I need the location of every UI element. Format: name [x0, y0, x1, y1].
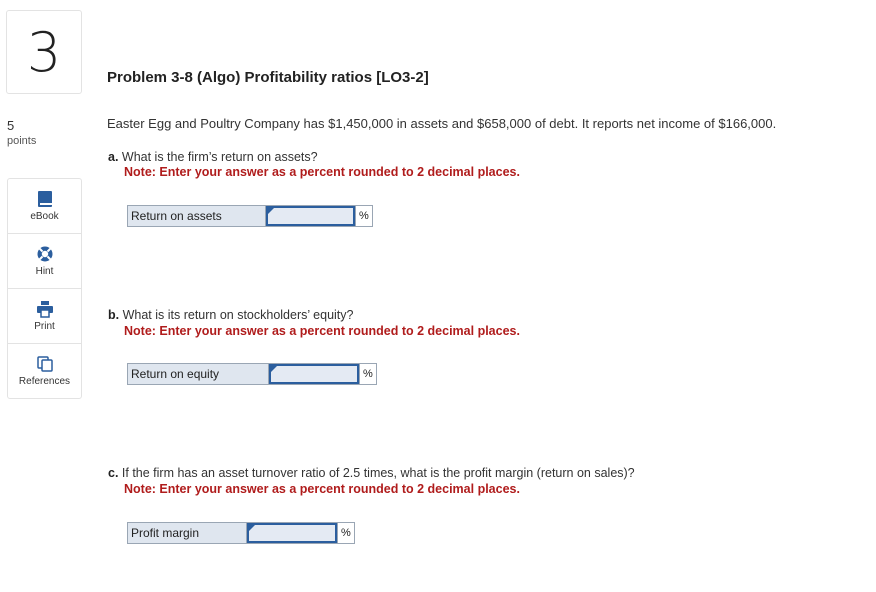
problem-title: Problem 3-8 (Algo) Profitability ratios … — [107, 69, 429, 86]
answer-label-roe: Return on equity — [128, 364, 269, 384]
references-button[interactable]: References — [8, 344, 81, 398]
ebook-label: eBook — [30, 211, 59, 222]
answer-label-profit-margin: Profit margin — [128, 523, 247, 543]
printer-icon — [35, 300, 55, 318]
question-b: b. What is its return on stockholders’ e… — [108, 308, 353, 322]
question-b-prefix: b. — [108, 308, 120, 322]
hint-button[interactable]: Hint — [8, 234, 81, 289]
points-value: 5 — [7, 118, 15, 133]
question-number: 3 — [6, 10, 82, 94]
book-icon — [35, 190, 55, 208]
question-a: a. What is the firm’s return on assets? — [108, 150, 318, 164]
return-on-equity-input[interactable] — [269, 364, 359, 384]
answer-row-profit-margin: Profit margin % — [127, 522, 355, 544]
tools-panel: eBook Hint Print References — [7, 178, 82, 399]
profit-margin-input[interactable] — [247, 523, 337, 543]
note-c: Note: Enter your answer as a percent rou… — [124, 482, 520, 496]
note-b: Note: Enter your answer as a percent rou… — [124, 324, 520, 338]
percent-unit-b: % — [359, 364, 376, 384]
percent-unit-c: % — [337, 523, 354, 543]
print-button[interactable]: Print — [8, 289, 81, 344]
question-a-text: What is the firm’s return on assets? — [118, 150, 318, 164]
note-a: Note: Enter your answer as a percent rou… — [124, 165, 520, 179]
hint-label: Hint — [35, 266, 54, 277]
copy-icon — [35, 355, 55, 373]
answer-label-roa: Return on assets — [128, 206, 266, 226]
answer-row-roe: Return on equity % — [127, 363, 377, 385]
lifebuoy-icon — [35, 245, 55, 263]
references-label: References — [18, 376, 71, 387]
print-label: Print — [34, 321, 55, 332]
question-b-text: What is its return on stockholders’ equi… — [119, 308, 354, 322]
question-c-prefix: c. — [108, 466, 119, 480]
percent-unit-a: % — [355, 206, 372, 226]
ebook-button[interactable]: eBook — [8, 179, 81, 234]
question-c: c. If the firm has an asset turnover rat… — [108, 466, 635, 480]
points-label: points — [7, 135, 37, 147]
return-on-assets-input[interactable] — [266, 206, 355, 226]
answer-row-roa: Return on assets % — [127, 205, 373, 227]
problem-intro: Easter Egg and Poultry Company has $1,45… — [107, 116, 777, 131]
question-c-text: If the firm has an asset turnover ratio … — [118, 466, 635, 480]
question-a-prefix: a. — [108, 150, 119, 164]
